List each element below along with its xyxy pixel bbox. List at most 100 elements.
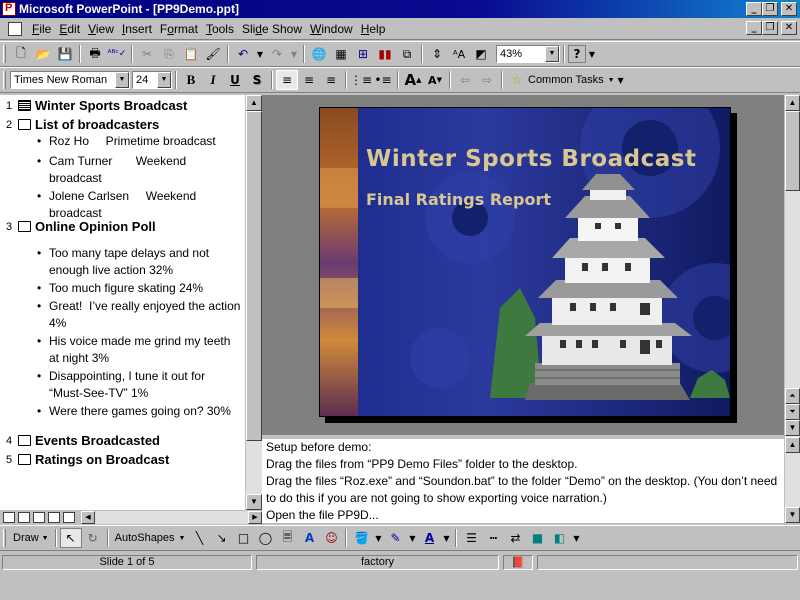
select-objects-icon[interactable]: ↖ <box>59 528 82 548</box>
scroll-left-icon[interactable]: ◀ <box>81 511 95 524</box>
next-slide-icon[interactable]: ⏷ <box>785 404 800 420</box>
chevron-down-icon[interactable]: ▼ <box>545 46 559 62</box>
bullets-icon[interactable]: •≡ <box>372 70 394 90</box>
font-color-dropdown-icon[interactable]: ▼ <box>440 528 452 548</box>
outline-slide-title[interactable]: 4 Events Broadcasted <box>6 433 160 448</box>
menu-insert[interactable]: Insert <box>118 22 156 36</box>
slide-subtitle[interactable]: Final Ratings Report <box>366 190 551 209</box>
menu-window[interactable]: Window <box>306 22 357 36</box>
italic-button[interactable]: I <box>202 70 224 90</box>
help-icon[interactable]: ? <box>568 45 586 63</box>
shadow-icon[interactable]: ■ <box>526 528 548 548</box>
draw-menu-button[interactable]: Draw ▼ <box>10 532 52 544</box>
outline-bullet[interactable]: Disappointing, I tune it out for “Must-S… <box>37 368 241 402</box>
text-shadow-button[interactable]: S <box>246 70 268 90</box>
menu-tools[interactable]: Tools <box>202 22 238 36</box>
outline-scrollbar[interactable]: ▲ ▼ <box>245 95 262 510</box>
spelling-icon[interactable]: ᴬᴮᶜ✓ <box>106 44 128 64</box>
outline-slide-title[interactable]: 5 Ratings on Broadcast <box>6 452 169 467</box>
scroll-up-icon[interactable]: ▲ <box>785 437 800 453</box>
arrow-style-icon[interactable]: ⇄ <box>504 528 526 548</box>
close-button[interactable]: ✕ <box>781 2 797 16</box>
hyperlink-icon[interactable]: 🌐 <box>308 44 330 64</box>
slide-icon[interactable] <box>18 221 31 232</box>
scroll-down-icon[interactable]: ▼ <box>785 420 800 436</box>
slide-icon[interactable] <box>18 100 31 111</box>
open-icon[interactable]: 📂 <box>32 44 54 64</box>
chevron-down-icon[interactable]: ▼ <box>115 72 129 88</box>
expand-all-icon[interactable]: ⇕ <box>426 44 448 64</box>
font-size-select[interactable]: 24 ▼ <box>132 71 172 89</box>
new-slide-icon[interactable]: ⧉ <box>396 44 418 64</box>
outline-bullet[interactable]: Jolene Carlsen Weekend broadcast <box>37 188 241 222</box>
outline-bullet[interactable]: Were there games going on? 30% <box>37 403 241 437</box>
slide-sorter-icon[interactable] <box>48 512 60 523</box>
common-tasks-button[interactable]: Common Tasks ▼ <box>528 74 615 86</box>
toolbar-grip[interactable] <box>3 45 6 63</box>
spelling-status-icon[interactable]: 📕 <box>503 554 533 570</box>
slide-icon[interactable] <box>18 119 31 130</box>
slide-scrollbar[interactable]: ▲ ⏶ ⏷ ▼ <box>784 95 800 437</box>
bold-button[interactable]: B <box>180 70 202 90</box>
slide-icon[interactable] <box>18 435 31 446</box>
free-rotate-icon[interactable]: ↻ <box>82 528 104 548</box>
menu-file[interactable]: File <box>28 22 55 36</box>
toolbar-options-icon[interactable]: ▼ <box>570 528 582 548</box>
zoom-select[interactable]: 43% ▼ <box>496 45 560 63</box>
toolbar-options-icon[interactable]: ▼ <box>615 70 627 90</box>
toolbar-grip[interactable] <box>3 529 6 547</box>
fill-color-dropdown-icon[interactable]: ▼ <box>372 528 384 548</box>
line-color-icon[interactable]: ✎ <box>384 528 406 548</box>
3d-icon[interactable]: ◧ <box>548 528 570 548</box>
common-tasks-star-icon[interactable]: ☆ <box>506 70 528 90</box>
chevron-down-icon[interactable]: ▼ <box>157 72 171 88</box>
demote-icon[interactable]: ⇨ <box>476 70 498 90</box>
menu-help[interactable]: Help <box>357 22 390 36</box>
normal-view-icon[interactable] <box>3 512 15 523</box>
undo-dropdown-icon[interactable]: ▼ <box>254 44 266 64</box>
copy-icon[interactable]: ⎘ <box>158 44 180 64</box>
line-color-dropdown-icon[interactable]: ▼ <box>406 528 418 548</box>
slide-show-icon[interactable] <box>63 512 75 523</box>
grayscale-preview-icon[interactable]: ◩ <box>470 44 492 64</box>
promote-icon[interactable]: ⇦ <box>454 70 476 90</box>
save-icon[interactable]: 💾 <box>54 44 76 64</box>
outline-scroll-thumb[interactable] <box>246 111 262 441</box>
slide-title[interactable]: Winter Sports Broadcast <box>366 146 696 172</box>
numbering-icon[interactable]: ⋮≡ <box>350 70 372 90</box>
insert-table-icon[interactable]: ⊞ <box>352 44 374 64</box>
arrow-icon[interactable]: ↘ <box>210 528 232 548</box>
clip-art-icon[interactable]: ☺ <box>320 528 342 548</box>
font-select[interactable]: Times New Roman ▼ <box>10 71 130 89</box>
outline-bullet[interactable]: Too many tape delays and not enough live… <box>37 245 241 279</box>
oval-icon[interactable]: ◯ <box>254 528 276 548</box>
show-formatting-icon[interactable]: ᴬA <box>448 44 470 64</box>
align-right-icon[interactable]: ≡ <box>320 70 342 90</box>
outline-bullet[interactable]: Too much figure skating 24% <box>37 280 241 297</box>
undo-icon[interactable]: ↶ <box>232 44 254 64</box>
doc-restore-button[interactable]: ❐ <box>762 21 778 35</box>
redo-icon[interactable]: ↷ <box>266 44 288 64</box>
scroll-up-icon[interactable]: ▲ <box>785 95 800 111</box>
slide-view-icon[interactable] <box>33 512 45 523</box>
scroll-right-icon[interactable]: ▶ <box>248 511 262 524</box>
insert-chart-icon[interactable]: ▮▮ <box>374 44 396 64</box>
slide-scroll-thumb[interactable] <box>785 111 800 191</box>
outline-pane[interactable]: 1 Winter Sports Broadcast 2 List of broadca… <box>0 95 245 510</box>
menu-slide-show[interactable]: Slide Show <box>238 22 306 36</box>
scroll-down-icon[interactable]: ▼ <box>785 507 800 523</box>
document-icon[interactable] <box>8 21 22 36</box>
text-box-icon[interactable]: 🗏 <box>276 528 298 548</box>
align-center-icon[interactable]: ≡ <box>298 70 320 90</box>
notes-scrollbar[interactable]: ▲ ▼ <box>784 437 800 523</box>
increase-font-size-icon[interactable]: A ▲ <box>402 70 424 90</box>
toolbar-options-icon[interactable]: ▼ <box>586 44 598 64</box>
autoshapes-menu-button[interactable]: AutoShapes ▼ <box>112 532 189 544</box>
menu-format[interactable]: Format <box>156 22 202 36</box>
powerpoint-app-icon[interactable] <box>2 2 16 16</box>
restore-button[interactable]: ❐ <box>762 2 778 16</box>
redo-dropdown-icon[interactable]: ▼ <box>288 44 300 64</box>
outline-bullet[interactable]: His voice made me grind my teeth at nigh… <box>37 333 241 367</box>
line-icon[interactable]: ╲ <box>188 528 210 548</box>
dash-style-icon[interactable]: ┅ <box>482 528 504 548</box>
